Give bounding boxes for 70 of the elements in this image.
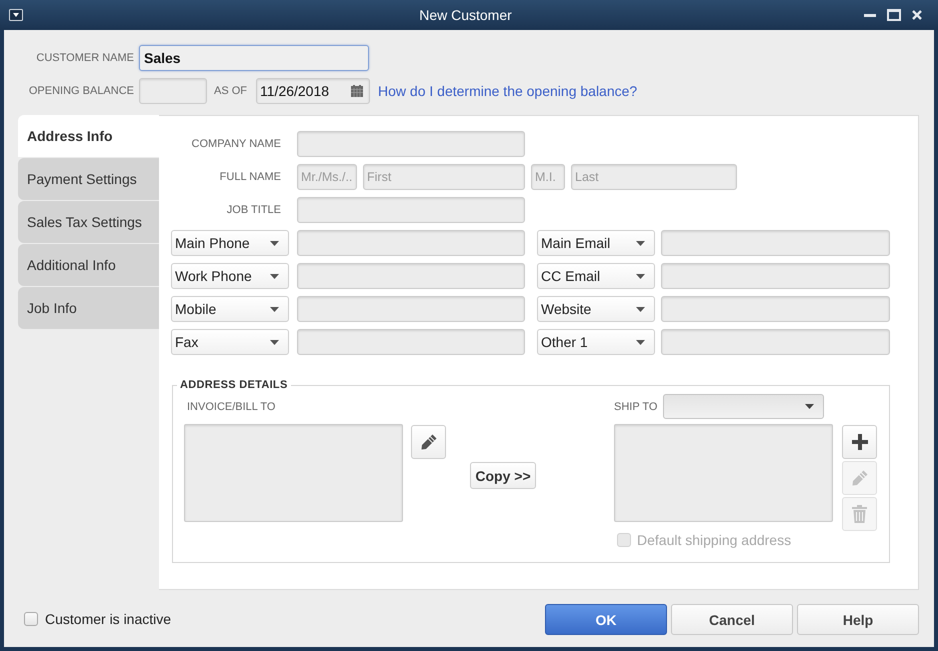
trash-icon — [852, 505, 867, 523]
help-link[interactable]: How do I determine the opening balance? — [378, 83, 638, 99]
contact-type-dropdown[interactable]: Mobile — [171, 296, 289, 322]
field-label: INVOICE/BILL TO — [187, 400, 276, 412]
plus-icon — [852, 434, 868, 450]
customer-name-field[interactable]: Sales — [139, 45, 369, 71]
contact-field[interactable] — [297, 230, 525, 256]
field-label: FULL NAME — [220, 171, 281, 183]
contact-type-dropdown[interactable]: Other 1 — [537, 329, 655, 355]
window-title: New Customer — [419, 7, 512, 23]
contact-field[interactable] — [661, 263, 890, 289]
tab[interactable]: Payment Settings — [18, 158, 159, 200]
field-label: OPENING BALANCE — [28, 85, 134, 97]
ship-to-dropdown[interactable] — [663, 394, 824, 419]
dialog-button[interactable]: Cancel — [671, 604, 793, 635]
caret-icon — [270, 240, 279, 246]
name-field[interactable]: First — [363, 164, 525, 190]
copy-button[interactable]: Copy >> — [470, 462, 536, 489]
calendar-icon[interactable] — [351, 85, 364, 97]
contact-type-dropdown[interactable]: Fax — [171, 329, 289, 355]
name-field[interactable]: Last — [571, 164, 737, 190]
contact-field[interactable] — [661, 329, 890, 355]
date-field[interactable]: 11/26/2018 — [256, 78, 370, 104]
field-label: CUSTOMER NAME — [36, 52, 134, 64]
checkbox-label: Default shipping address — [637, 532, 792, 548]
dialog-button[interactable]: Help — [797, 604, 919, 635]
add-address-button[interactable] — [842, 425, 877, 459]
opening-balance-field[interactable] — [139, 78, 207, 104]
field-label: COMPANY NAME — [192, 138, 281, 150]
name-field[interactable]: Mr./Ms./.. — [297, 164, 357, 190]
tab[interactable]: Address Info — [18, 115, 159, 157]
minimize-icon[interactable] — [864, 14, 876, 16]
caret-icon — [636, 240, 645, 246]
contact-type-dropdown[interactable]: Main Phone — [171, 230, 289, 256]
contact-field[interactable] — [661, 296, 890, 322]
contact-field[interactable] — [661, 230, 890, 256]
contact-type-dropdown[interactable]: CC Email — [537, 263, 655, 289]
bill-to-address-field[interactable] — [184, 424, 403, 522]
checkbox-label: Customer is inactive — [45, 610, 172, 626]
pencil-icon — [852, 470, 868, 486]
job-title-field[interactable] — [297, 197, 525, 223]
caret-icon — [636, 306, 645, 312]
caret-icon — [270, 340, 279, 344]
caret-icon — [270, 306, 279, 312]
pencil-icon — [420, 434, 436, 450]
caret-icon — [805, 404, 814, 409]
ship-to-address-field[interactable] — [614, 424, 833, 522]
field-label: SHIP TO — [614, 400, 658, 412]
dialog-button[interactable]: OK — [545, 604, 667, 635]
contact-field[interactable] — [297, 329, 525, 355]
maximize-icon[interactable] — [887, 9, 901, 21]
contact-type-dropdown[interactable]: Main Email — [537, 230, 655, 256]
tab[interactable]: Sales Tax Settings — [18, 201, 159, 243]
caret-icon — [270, 274, 279, 278]
window-menu-icon[interactable] — [9, 9, 23, 21]
field-label: AS OF — [214, 85, 248, 97]
contact-type-dropdown[interactable]: Work Phone — [171, 263, 289, 289]
edit-address-button[interactable] — [411, 425, 446, 459]
contact-field[interactable] — [297, 296, 525, 322]
tab[interactable]: Job Info — [18, 287, 159, 329]
caret-icon — [636, 274, 645, 278]
contact-field[interactable] — [297, 263, 525, 289]
caret-icon — [636, 340, 645, 344]
field-label: JOB TITLE — [226, 204, 281, 216]
group-title: ADDRESS DETAILS — [179, 379, 289, 391]
close-icon[interactable] — [912, 10, 922, 20]
contact-type-dropdown[interactable]: Website — [537, 296, 655, 322]
tab[interactable]: Additional Info — [18, 244, 159, 286]
name-field[interactable]: M.I. — [531, 164, 565, 190]
company-name-field[interactable] — [297, 131, 525, 157]
